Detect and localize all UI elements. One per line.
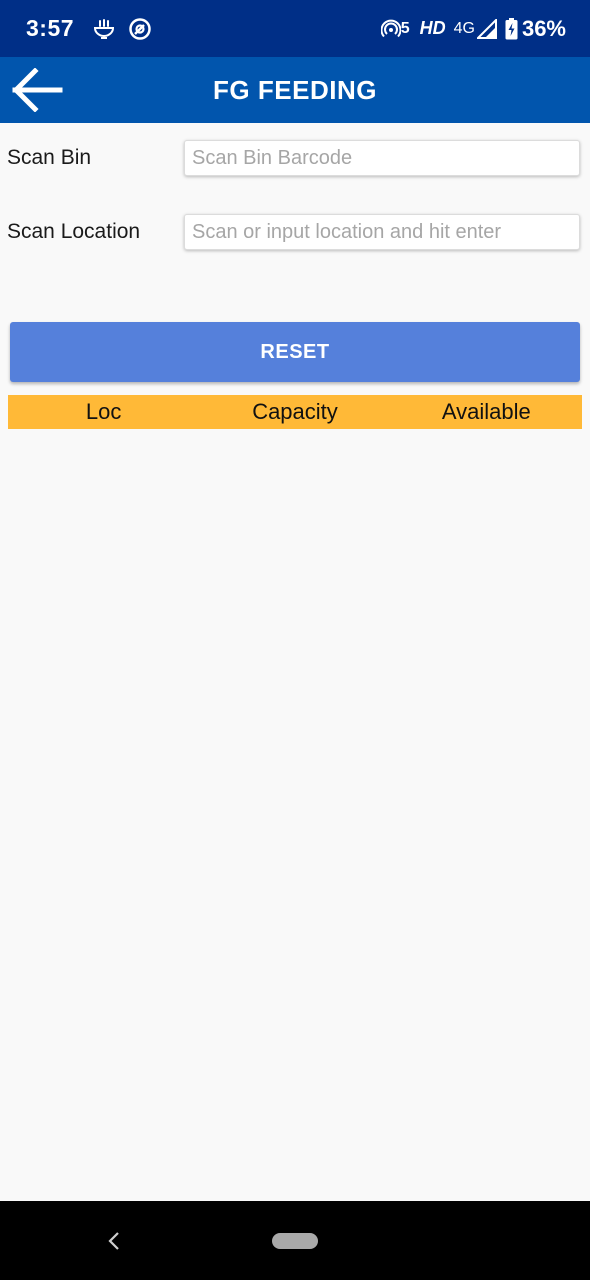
status-time: 3:57 [26, 15, 75, 41]
hotspot-icon: 5 [380, 19, 410, 39]
column-header-available: Available [441, 399, 531, 424]
scan-bin-input[interactable] [184, 140, 580, 176]
battery-percent: 36% [521, 15, 566, 41]
hd-indicator: HD [419, 18, 446, 38]
column-header-loc: Loc [85, 399, 122, 424]
signal-icon [476, 18, 497, 39]
scan-location-label: Scan Location [7, 220, 141, 243]
page-title: FG FEEDING [213, 74, 377, 105]
noodle-bowl-icon [92, 17, 116, 41]
table-header: Loc Capacity Available [8, 395, 582, 429]
column-header-capacity: Capacity [252, 399, 338, 424]
status-bar-right: 5 HD 4G 36% [380, 15, 566, 42]
nav-back-icon [108, 1232, 119, 1250]
scan-bin-label: Scan Bin [7, 146, 92, 169]
battery-charging-icon [505, 17, 518, 40]
home-pill-icon[interactable] [272, 1233, 318, 1249]
status-bar-left: 3:57 [26, 15, 164, 42]
scan-location-input[interactable] [184, 214, 580, 250]
system-nav-bar [0, 1201, 590, 1280]
network-type: 4G [453, 19, 475, 37]
status-bar: 3:57 5 HD 4G 36% [0, 0, 590, 57]
scan-location-row: Scan Location [0, 212, 590, 252]
app-circle-icon [128, 17, 152, 41]
hotspot-label: 5 [400, 19, 410, 37]
reset-button[interactable]: RESET [10, 322, 580, 382]
app-bar: FG FEEDING [0, 57, 590, 123]
nav-back-button[interactable] [100, 1227, 128, 1255]
scan-bin-row: Scan Bin [0, 138, 590, 178]
